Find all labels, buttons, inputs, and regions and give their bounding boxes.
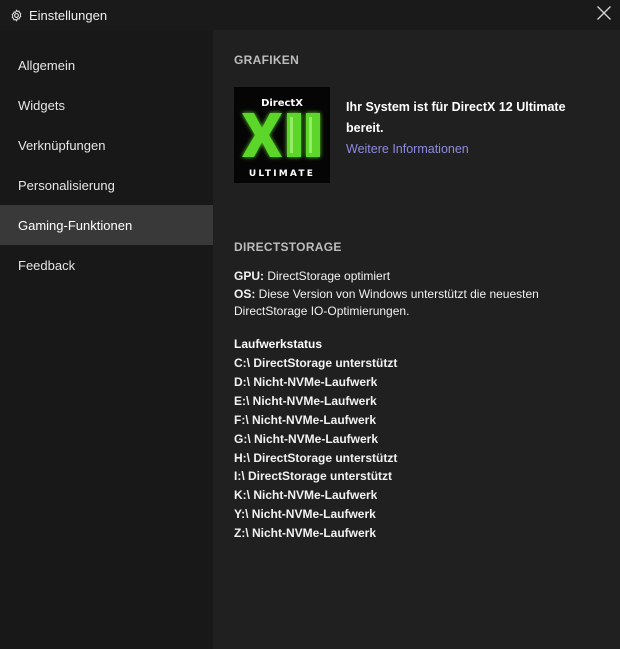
title-bar: Einstellungen [0,0,620,30]
sidebar-nav: Allgemein Widgets Verknüpfungen Personal… [0,30,213,649]
section-header-directstorage: DIRECTSTORAGE [234,240,342,254]
sidebar-item-label: Allgemein [18,57,76,73]
close-icon [596,5,612,26]
sidebar-item-label: Feedback [18,257,76,273]
logo-ultimate-text: ULTIMATE [249,169,315,179]
drive-row: Y:\ Nicht-NVMe-Laufwerk [234,507,376,522]
sidebar-item-allgemein[interactable]: Allgemein [0,45,213,85]
sidebar-item-label: Personalisierung [18,177,115,193]
gpu-key: GPU: [234,269,264,283]
settings-window: Einstellungen Allgemein Widgets Verknüpf… [0,0,620,649]
drive-row: C:\ DirectStorage unterstützt [234,356,398,370]
sidebar-item-label: Widgets [18,97,65,113]
os-value: Diese Version von Windows unterstützt di… [234,286,539,319]
drive-status-title: Laufwerkstatus [234,337,323,351]
sidebar-item-personalisierung[interactable]: Personalisierung [0,165,213,205]
sidebar-item-widgets[interactable]: Widgets [0,85,213,125]
gpu-value: DirectStorage optimiert [264,269,391,283]
more-info-link[interactable]: Weitere Informationen [346,142,469,156]
sidebar-item-feedback[interactable]: Feedback [0,245,213,285]
window-title: Einstellungen [29,7,108,23]
sidebar-item-verknuepfungen[interactable]: Verknüpfungen [0,125,213,165]
drive-row: G:\ Nicht-NVMe-Laufwerk [234,431,379,446]
section-header-grafiken: GRAFIKEN [234,53,300,67]
drive-row: H:\ DirectStorage unterstützt [234,450,398,465]
sidebar-item-label: Verknüpfungen [18,137,106,153]
gear-icon [9,8,23,22]
directstorage-summary: GPU: DirectStorage optimiert OS: Diese V… [234,268,614,321]
drive-row: D:\ Nicht-NVMe-Laufwerk [234,374,378,389]
content-panel: GRAFIKEN DirectX ULTIMATE Ihr System ist… [213,30,620,649]
drive-row: E:\ Nicht-NVMe-Laufwerk [234,393,377,408]
directx-12-ultimate-logo: DirectX ULTIMATE [234,87,330,183]
sidebar-item-gaming-funktionen[interactable]: Gaming-Funktionen [0,205,213,245]
sidebar-item-label: Gaming-Funktionen [18,217,133,233]
os-key: OS: [234,286,256,301]
drive-row: K:\ Nicht-NVMe-Laufwerk [234,488,378,503]
os-status: OS: Diese Version von Windows unterstütz… [234,286,614,321]
close-button[interactable] [592,3,616,27]
directx-status: Ihr System ist für DirectX 12 Ultimate b… [346,97,601,158]
drive-row: Z:\ Nicht-NVMe-Laufwerk [234,526,377,541]
drive-row: I:\ DirectStorage unterstützt [234,469,393,484]
gpu-status: GPU: DirectStorage optimiert [234,268,614,286]
directx-status-text: Ihr System ist für DirectX 12 Ultimate b… [346,100,566,135]
drive-status-list: Laufwerkstatus C:\ DirectStorage unterst… [234,335,614,543]
logo-directx-text: DirectX [261,98,303,109]
drive-row: F:\ Nicht-NVMe-Laufwerk [234,412,377,427]
